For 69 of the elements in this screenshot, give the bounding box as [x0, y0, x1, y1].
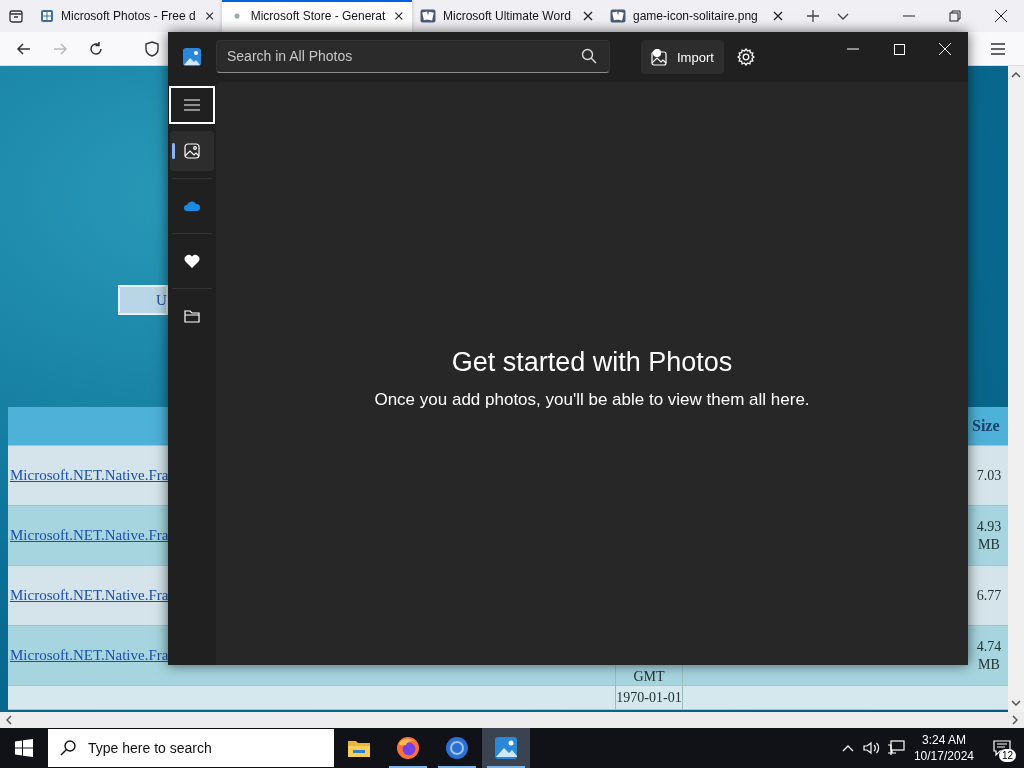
cards-icon: [420, 9, 436, 23]
folder-icon: [184, 309, 200, 323]
maximize-icon: [893, 43, 905, 55]
package-link[interactable]: Microsoft.NET.Native.Fra: [8, 587, 169, 604]
settings-icon: [736, 48, 755, 66]
table-cell: 4.74 MB: [970, 626, 1008, 686]
page-button[interactable]: U: [118, 285, 168, 315]
photos-app-icon: [183, 48, 201, 66]
plus-icon: [806, 9, 820, 23]
nav-item[interactable]: [170, 131, 214, 171]
image-icon: [184, 143, 200, 159]
taskbar-search-field[interactable]: Type here to search: [48, 729, 334, 767]
photos-app-icon: [494, 736, 518, 760]
search-placeholder: Type here to search: [88, 740, 212, 756]
table-cell: [970, 686, 1008, 710]
package-link[interactable]: Microsoft.NET.Native.Fra: [8, 527, 169, 544]
scroll-up-icon[interactable]: [1011, 72, 1021, 78]
cloud-icon: [184, 201, 200, 211]
table-cell: 6.77: [970, 566, 1008, 626]
scroll-left-icon[interactable]: [6, 715, 12, 725]
clock-button[interactable]: 3:24 AM 10/17/2024: [907, 728, 980, 768]
page-icon: [232, 12, 241, 20]
photo-search-field[interactable]: Search in All Photos: [216, 39, 610, 73]
heart-icon: [184, 254, 200, 268]
menu-icon: [184, 99, 200, 111]
import-button[interactable]: Import: [641, 40, 724, 74]
shield-icon: [145, 40, 159, 57]
reload-icon: [88, 40, 104, 57]
close-icon: [939, 43, 951, 55]
table-cell: 4.93 MB: [970, 506, 1008, 566]
browser-tab[interactable]: Microsoft Photos - Free d: [32, 0, 222, 32]
taskbar-app-button[interactable]: [482, 728, 530, 768]
search-icon: [581, 48, 597, 64]
vertical-scrollbar[interactable]: [1008, 66, 1024, 712]
forward-arrow-icon: [52, 40, 68, 57]
table-cell: 1970-01-01: [615, 686, 683, 710]
cards-icon: [610, 9, 626, 23]
menu-button[interactable]: [169, 86, 215, 124]
scroll-right-icon[interactable]: [1012, 715, 1018, 725]
restore-icon: [949, 10, 961, 22]
grid-icon: [40, 9, 54, 23]
windows-logo-icon: [15, 739, 33, 757]
image-import-icon: [651, 48, 669, 66]
package-link[interactable]: Microsoft.NET.Native.Fra: [8, 647, 169, 664]
empty-state-heading: Get started with Photos: [451, 347, 733, 378]
firefox-icon: [396, 736, 420, 760]
scroll-down-icon[interactable]: [1011, 700, 1021, 706]
notifications-button[interactable]: 12: [980, 728, 1024, 768]
minimize-icon: [903, 15, 915, 17]
tab-list-icon: [8, 8, 24, 24]
menu-icon: [991, 42, 1005, 55]
browser-icon: [445, 736, 469, 760]
browser-tab[interactable]: Microsoft Store - Generat: [222, 0, 412, 32]
minimize-icon: [847, 48, 859, 50]
search-placeholder: Search in All Photos: [227, 48, 353, 64]
table-cell: 7.03: [970, 446, 1008, 506]
header-cell: Size: [970, 407, 1008, 446]
speaker-icon: [862, 741, 881, 755]
close-icon: [995, 10, 1007, 22]
package-link[interactable]: Microsoft.NET.Native.Fra: [8, 467, 169, 484]
browser-tab[interactable]: game-icon-solitaire.png: [602, 0, 792, 32]
back-arrow-icon: [16, 40, 32, 57]
folder-icon: [347, 738, 371, 758]
network-icon: [886, 740, 905, 756]
search-icon: [60, 740, 76, 756]
browser-tab[interactable]: Microsoft Ultimate Word: [412, 0, 602, 32]
empty-state-message: Once you add photos, you'll be able to view them all here.: [374, 390, 810, 410]
notification-count: 12: [998, 749, 1016, 762]
chevron-up-icon: [841, 744, 854, 752]
